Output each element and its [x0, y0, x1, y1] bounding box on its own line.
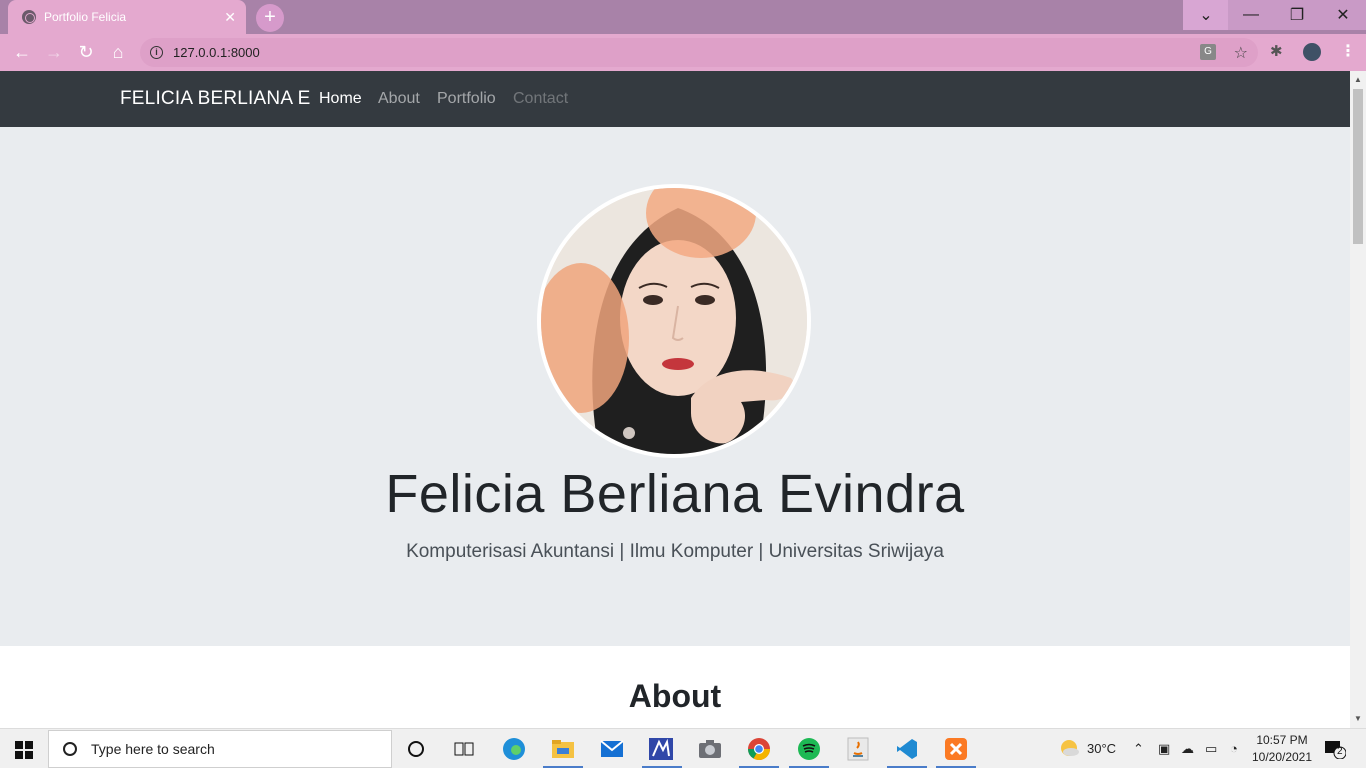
reload-button[interactable]: ↻	[75, 41, 97, 63]
extensions-icon[interactable]: ✱	[1270, 42, 1283, 60]
clock-date: 10/20/2021	[1251, 750, 1313, 764]
about-heading: About	[628, 678, 722, 714]
scroll-down-icon[interactable]: ▼	[1354, 714, 1362, 723]
nav-home[interactable]: Home	[319, 90, 362, 108]
hero-name: Felicia Berliana Evindra	[385, 464, 965, 524]
browser-tab[interactable]: Portfolio Felicia ✕	[8, 0, 246, 34]
url-text: 127.0.0.1:8000	[173, 45, 260, 60]
browser-titlebar: Portfolio Felicia ✕ + ⌄ — ❐ ✕	[0, 0, 1366, 34]
tab-search-button[interactable]: ⌄	[1183, 0, 1229, 30]
onedrive-icon[interactable]: ☁	[1181, 741, 1194, 757]
nav-contact[interactable]: Contact	[513, 90, 568, 108]
site-brand[interactable]: FELICIA BERLIANA E	[120, 88, 311, 110]
clock[interactable]: 10:57 PM 10/20/2021	[1250, 732, 1314, 766]
vscode-icon[interactable]	[893, 735, 921, 763]
scroll-up-icon[interactable]: ▲	[1354, 75, 1362, 84]
file-explorer-icon[interactable]	[549, 735, 577, 763]
site-navbar: FELICIA BERLIANA E Home About Portfolio …	[0, 71, 1350, 127]
home-button[interactable]: ⌂	[107, 41, 129, 63]
tab-title: Portfolio Felicia	[44, 10, 127, 24]
notifications-icon[interactable]: 2	[1324, 739, 1347, 760]
task-view-icon[interactable]	[450, 735, 478, 763]
scrollbar-thumb[interactable]	[1353, 89, 1363, 244]
back-button[interactable]: ←	[11, 41, 33, 63]
restore-button[interactable]: ❐	[1274, 0, 1320, 30]
wifi-icon[interactable]: ◔	[1230, 741, 1238, 756]
battery-icon[interactable]: ▭	[1205, 741, 1217, 757]
hero-subtitle: Komputerisasi Akuntansi | Ilmu Komputer …	[406, 541, 944, 562]
tab-close-icon[interactable]: ✕	[224, 9, 236, 26]
clock-time: 10:57 PM	[1256, 733, 1308, 747]
notification-count: 2	[1337, 746, 1343, 757]
camera-icon[interactable]	[696, 735, 724, 763]
forward-button[interactable]: →	[43, 41, 65, 63]
cortana-icon[interactable]	[402, 735, 430, 763]
meet-now-icon[interactable]: ▣	[1158, 741, 1170, 757]
browser-menu-icon[interactable]: ⋮	[1340, 41, 1356, 61]
taskbar-search[interactable]: Type here to search	[48, 730, 392, 768]
globe-icon	[22, 10, 36, 24]
java-icon[interactable]	[844, 735, 872, 763]
windows-start-icon[interactable]	[15, 741, 33, 759]
browser-toolbar: ← → ↻ ⌂ i 127.0.0.1:8000 G ☆	[0, 34, 1366, 71]
weather-icon[interactable]	[1058, 738, 1080, 761]
search-icon	[63, 742, 77, 756]
taskbar: Type here to search 30°C ⌃ ▣ ☁ ▭ ◔ 10:57…	[0, 728, 1366, 768]
xampp-icon[interactable]	[942, 735, 970, 763]
chrome-icon[interactable]	[745, 735, 773, 763]
new-tab-button[interactable]: +	[256, 4, 284, 32]
search-placeholder: Type here to search	[91, 741, 215, 757]
mail-icon[interactable]	[598, 735, 626, 763]
translate-icon[interactable]: G	[1200, 44, 1216, 60]
hero-section: Felicia Berliana Evindra Komputerisasi A…	[0, 127, 1350, 646]
close-window-button[interactable]: ✕	[1320, 0, 1366, 30]
nav-about[interactable]: About	[378, 90, 420, 108]
bookmark-star-icon[interactable]: ☆	[1234, 43, 1248, 63]
page-viewport: FELICIA BERLIANA E Home About Portfolio …	[0, 71, 1350, 728]
profile-avatar[interactable]	[1301, 41, 1323, 63]
show-hidden-icons-icon[interactable]: ⌃	[1133, 741, 1144, 757]
edge-icon[interactable]	[500, 735, 528, 763]
page-scrollbar[interactable]: ▲ ▼	[1350, 71, 1366, 728]
app-icon[interactable]	[647, 735, 675, 763]
url-bar[interactable]: i 127.0.0.1:8000 G ☆	[140, 38, 1258, 67]
nav-portfolio[interactable]: Portfolio	[437, 90, 496, 108]
spotify-icon[interactable]	[795, 735, 823, 763]
site-info-icon[interactable]: i	[150, 46, 163, 59]
profile-photo	[537, 184, 811, 458]
minimize-button[interactable]: —	[1228, 0, 1274, 30]
temperature-text[interactable]: 30°C	[1087, 741, 1116, 756]
